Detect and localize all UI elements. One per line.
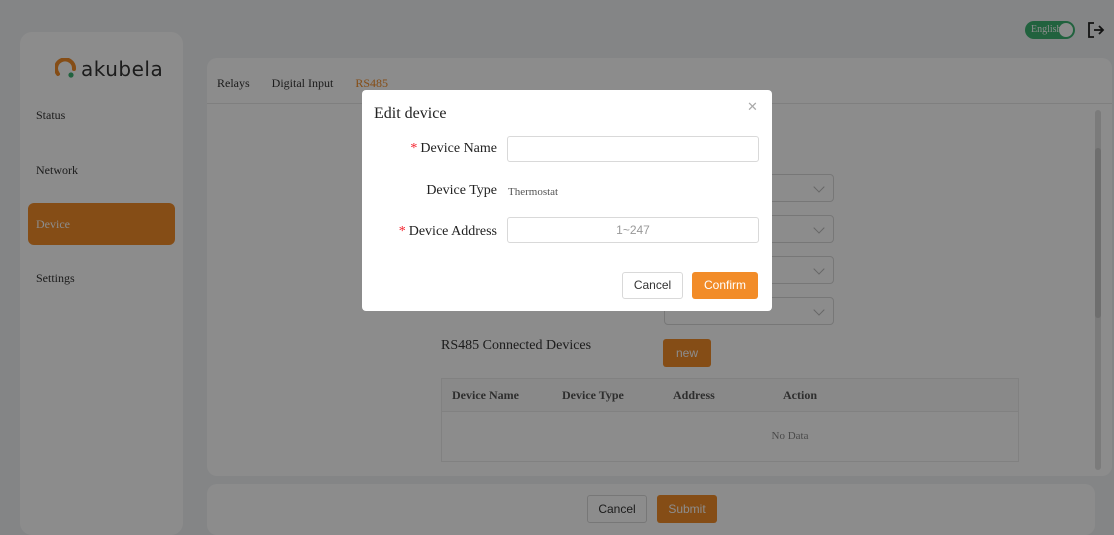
device-name-field[interactable] — [507, 136, 759, 162]
modal-cancel-button[interactable]: Cancel — [622, 272, 683, 299]
modal-title: Edit device — [374, 105, 447, 122]
device-address-field[interactable]: 1~247 — [507, 217, 759, 243]
close-icon[interactable]: ✕ — [747, 100, 758, 115]
device-name-label: * Device Name — [410, 141, 497, 156]
required-marker: * — [410, 141, 418, 156]
required-marker: * — [398, 224, 406, 239]
device-address-label: * Device Address — [398, 224, 497, 239]
edit-device-modal: Edit device ✕ * Device Name Device Type T… — [362, 90, 772, 311]
device-type-value: Thermostat — [508, 186, 559, 198]
device-type-label: Device Type — [426, 183, 497, 198]
modal-confirm-button[interactable]: Confirm — [692, 272, 758, 299]
